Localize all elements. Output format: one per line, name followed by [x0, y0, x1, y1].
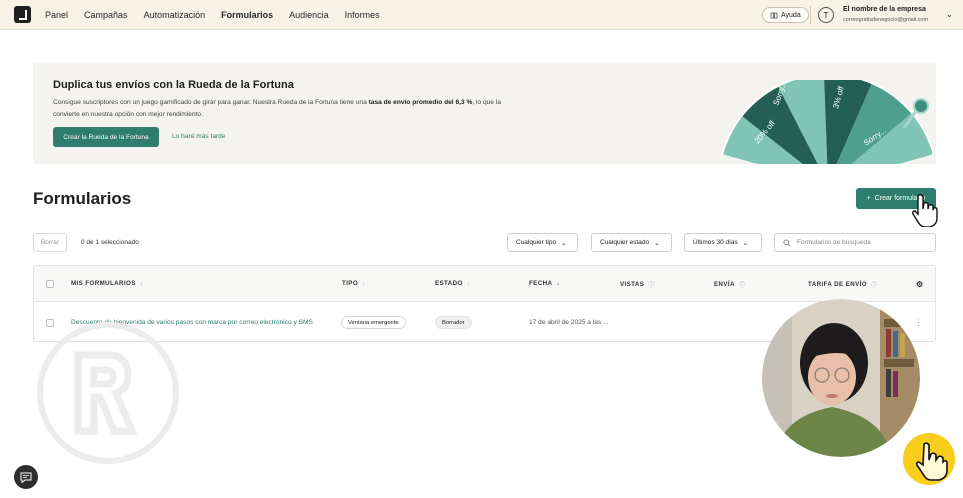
topbar-divider [810, 6, 811, 24]
promo-banner: Duplica tus envíos con la Rueda de la Fo… [33, 63, 936, 164]
help-button[interactable]: Ayuda [762, 7, 809, 23]
column-header-submit-rate: TARIFA DE ENVÍO ⓘ [808, 280, 878, 289]
app-logo-icon[interactable] [14, 6, 31, 23]
select-all-checkbox[interactable] [46, 280, 54, 288]
search-input[interactable]: Formularios de búsqueda [774, 233, 936, 252]
info-icon[interactable]: ⓘ [871, 280, 878, 289]
type-filter-dropdown[interactable]: Cualquier tipo ⌄ [507, 233, 578, 252]
column-header-date[interactable]: FECHA ↓ [529, 280, 560, 287]
column-header-type[interactable]: TIPO ↓ [342, 280, 366, 287]
sort-arrow-icon: ↓ [139, 280, 144, 287]
column-header-submits: ENVÍA ⓘ [714, 280, 746, 289]
date-filter-label: Últimos 30 días [693, 239, 738, 246]
chevron-down-icon: ⌄ [742, 239, 749, 247]
top-navigation-bar: Panel Campañas Automatización Formulario… [0, 0, 963, 30]
type-filter-label: Cualquier tipo [516, 239, 557, 246]
nav-item-audience[interactable]: Audiencia [289, 10, 329, 20]
banner-title: Duplica tus envíos con la Rueda de la Fo… [53, 79, 294, 91]
chevron-down-icon[interactable]: ⌄ [946, 10, 953, 19]
fortune-wheel-illustration: Sorry... 20% off 3% off Sorry... [722, 80, 932, 164]
info-icon[interactable]: ⓘ [739, 280, 746, 289]
status-badge: Borrador [435, 316, 472, 329]
table-header: MIS FORMULARIOS ↓ TIPO ↓ ESTADO ↓ FECHA ↓ VI… [34, 266, 935, 302]
yellow-hand-cursor-icon [903, 433, 955, 485]
create-wheel-button[interactable]: Crear la Rueda de la Fortuna [53, 127, 159, 147]
nav-item-automation[interactable]: Automatización [144, 10, 206, 20]
banner-description: Consigue suscriptores con un juego gamif… [53, 99, 501, 118]
type-badge: Ventana emergente [341, 316, 406, 329]
company-name[interactable]: El nombre de la empresa [843, 6, 926, 13]
nav-item-campaigns[interactable]: Campañas [84, 10, 128, 20]
gear-icon[interactable]: ⚙ [916, 280, 924, 289]
main-nav: Panel Campañas Automatización Formulario… [45, 10, 380, 20]
hand-cursor-icon [912, 194, 938, 227]
plus-icon: + [866, 195, 871, 202]
do-later-link[interactable]: Lo haré más tarde [172, 133, 226, 140]
chevron-down-icon: ⌄ [561, 239, 567, 247]
sort-arrow-icon: ↓ [362, 280, 366, 287]
info-icon[interactable]: ⓘ [648, 280, 655, 289]
more-options-icon[interactable]: ⋮ [914, 317, 923, 328]
status-filter-label: Cualquier estado [600, 239, 650, 246]
chevron-down-icon: ⌄ [654, 239, 660, 247]
company-email: correogratisdenegocio@gmail.com [843, 17, 929, 23]
nav-item-panel[interactable]: Panel [45, 10, 68, 20]
column-header-views: VISTAS ⓘ [620, 280, 655, 289]
presenter-webcam-video [762, 299, 920, 457]
column-header-name[interactable]: MIS FORMULARIOS ↓ [71, 280, 143, 287]
sort-arrow-icon: ↓ [556, 280, 560, 287]
search-icon [783, 238, 791, 247]
selection-count: 0 de 1 seleccionado [81, 239, 139, 246]
status-filter-dropdown[interactable]: Cualquier estado ⌄ [591, 233, 672, 252]
chat-bubble-icon [20, 472, 32, 483]
account-avatar[interactable]: T [818, 7, 834, 23]
date-filter-dropdown[interactable]: Últimos 30 días ⌄ [684, 233, 762, 252]
book-icon [770, 12, 778, 18]
help-label: Ayuda [781, 11, 801, 19]
nav-item-forms[interactable]: Formularios [221, 10, 273, 20]
delete-button[interactable]: Borrar [33, 233, 67, 252]
watermark-logo [37, 322, 179, 464]
page-title: Formularios [33, 189, 132, 208]
column-header-status[interactable]: ESTADO ↓ [435, 280, 470, 287]
search-placeholder: Formularios de búsqueda [797, 239, 871, 246]
form-date: 17 de abril de 2025 a las ... [529, 319, 609, 326]
chat-button[interactable] [14, 465, 38, 489]
sort-arrow-icon: ↓ [466, 280, 471, 287]
nav-item-reports[interactable]: Informes [345, 10, 380, 20]
